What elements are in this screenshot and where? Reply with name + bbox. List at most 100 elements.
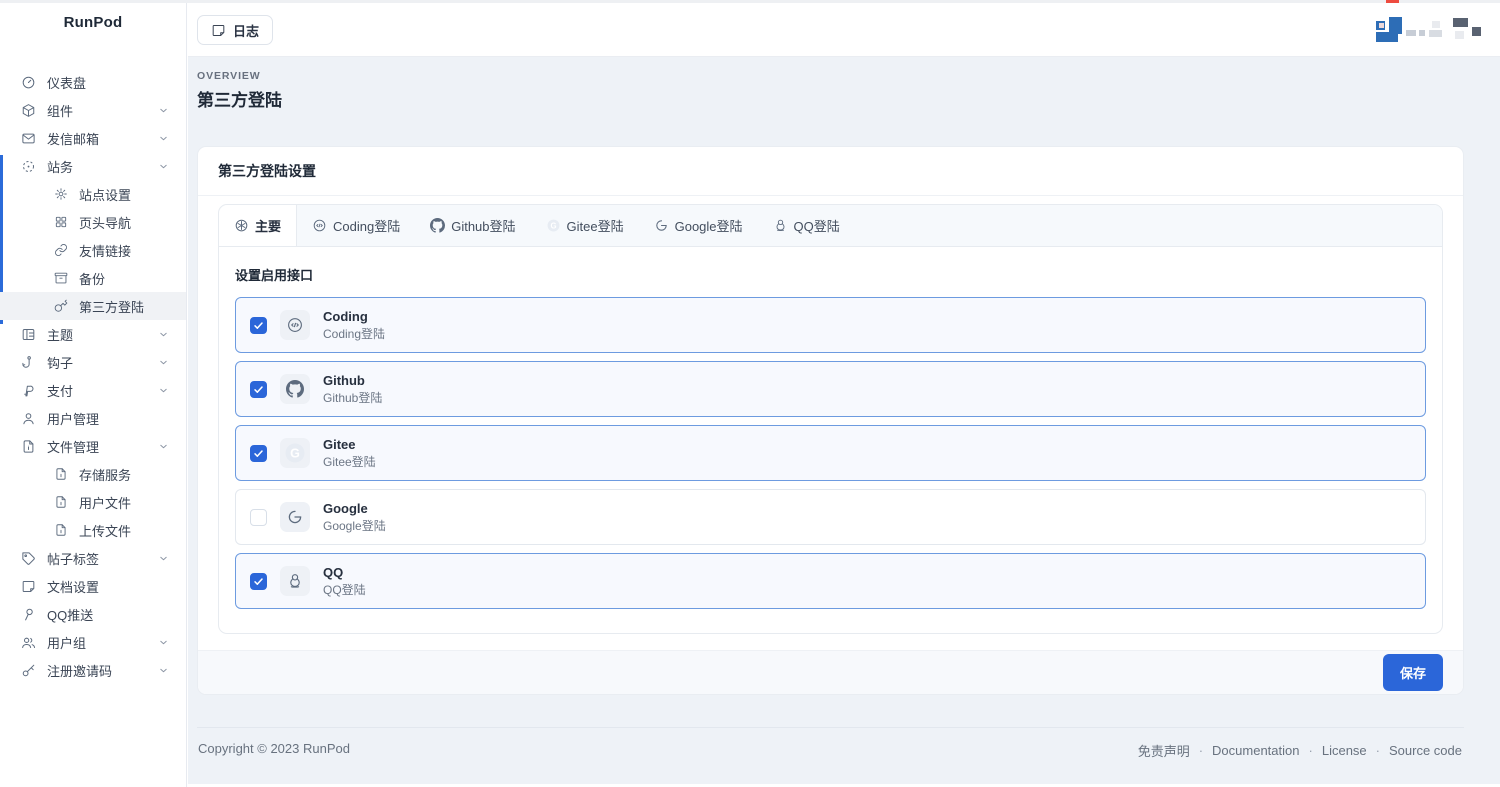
sidebar-item-header-nav[interactable]: 页头导航 <box>0 208 186 236</box>
tab-label: Github登陆 <box>451 216 515 235</box>
pay-icon <box>21 383 36 398</box>
sidebar-item-label: 页头导航 <box>79 213 131 232</box>
sidebar-item-invite-codes[interactable]: 注册邀请码 <box>0 656 186 684</box>
sidebar-item-label: 用户文件 <box>79 493 131 512</box>
gitee-checkbox[interactable] <box>250 445 267 462</box>
tab-github-login[interactable]: Github登陆 <box>415 205 530 246</box>
google-icon <box>280 502 310 532</box>
tab-qq-login[interactable]: QQ登陆 <box>758 205 855 246</box>
copyright-text: Copyright © 2023 RunPod <box>198 741 350 760</box>
main-tab-icon <box>234 218 249 233</box>
sidebar-item-doc-settings[interactable]: 文档设置 <box>0 572 186 600</box>
provider-row-github[interactable]: GithubGithub登陆 <box>235 361 1426 417</box>
footer-link-license[interactable]: License <box>1322 743 1367 758</box>
coding-checkbox[interactable] <box>250 317 267 334</box>
tab-label: Gitee登陆 <box>567 216 624 235</box>
hook-icon <box>21 355 36 370</box>
sidebar-item-label: 存储服务 <box>79 465 131 484</box>
footer-link-disclaimer[interactable]: 免责声明 <box>1138 741 1190 760</box>
provider-desc: Google登陆 <box>323 518 386 534</box>
mail-icon <box>21 131 36 146</box>
provider-row-coding[interactable]: CodingCoding登陆 <box>235 297 1426 353</box>
sidebar-item-dashboard[interactable]: 仪表盘 <box>0 68 186 96</box>
tab-label: Google登陆 <box>675 216 743 235</box>
sidebar-item-label: 文档设置 <box>47 577 99 596</box>
footer-links: 免责声明 · Documentation · License · Source … <box>1138 741 1462 760</box>
tab-label: QQ登陆 <box>794 216 840 235</box>
provider-name: Google <box>323 501 386 517</box>
tab-label: 主要 <box>255 216 281 235</box>
sidebar-item-site-settings[interactable]: 站点设置 <box>0 180 186 208</box>
sidebar-item-user-files[interactable]: 用户文件 <box>0 488 186 516</box>
sidebar-item-label: 用户管理 <box>47 409 99 428</box>
top-header: 日志 <box>188 3 1500 57</box>
brand-logo[interactable]: RunPod <box>0 3 186 31</box>
file-icon <box>54 523 68 537</box>
tab-google-login[interactable]: Google登陆 <box>639 205 758 246</box>
sidebar-item-friend-links[interactable]: 友情链接 <box>0 236 186 264</box>
save-button[interactable]: 保存 <box>1383 654 1443 691</box>
page-title: 第三方登陆 <box>197 86 1464 111</box>
chevron-down-icon <box>158 385 169 396</box>
push-icon <box>21 607 36 622</box>
doc-icon <box>21 579 36 594</box>
provider-row-qq[interactable]: QQQQ登陆 <box>235 553 1426 609</box>
provider-name: Gitee <box>323 437 376 453</box>
theme-icon <box>21 327 36 342</box>
user-avatar-pixelated[interactable] <box>1376 14 1488 48</box>
sidebar-item-user-groups[interactable]: 用户组 <box>0 628 186 656</box>
footer-link-source-code[interactable]: Source code <box>1389 743 1462 758</box>
qq-icon <box>280 566 310 596</box>
key-icon <box>54 299 68 313</box>
sidebar-item-label: 文件管理 <box>47 437 99 456</box>
file-icon <box>54 467 68 481</box>
sidebar-nav: 仪表盘 组件 发信邮箱 站务 站点设置 页头导航 友情链接 备份 第三方登陆 主… <box>0 68 186 684</box>
provider-desc: Github登陆 <box>323 390 382 406</box>
tab-label: Coding登陆 <box>333 216 400 235</box>
sidebar-item-storage-service[interactable]: 存储服务 <box>0 460 186 488</box>
gitee-icon <box>280 438 310 468</box>
sidebar-item-upload-files[interactable]: 上传文件 <box>0 516 186 544</box>
sidebar-item-label: 第三方登陆 <box>79 297 144 316</box>
log-icon <box>211 23 226 38</box>
main-content: OVERVIEW 第三方登陆 第三方登陆设置 主要 Coding登陆 Githu… <box>188 57 1500 784</box>
sidebar-item-components[interactable]: 组件 <box>0 96 186 124</box>
coding-icon <box>280 310 310 340</box>
tab-main[interactable]: 主要 <box>219 205 297 246</box>
sidebar-item-label: 支付 <box>47 381 73 400</box>
tab-gitee-login[interactable]: Gitee登陆 <box>531 205 639 246</box>
qq-checkbox[interactable] <box>250 573 267 590</box>
sidebar-item-theme[interactable]: 主题 <box>0 320 186 348</box>
file-icon <box>54 495 68 509</box>
sidebar-item-site[interactable]: 站务 <box>0 152 186 180</box>
gitee-icon <box>546 218 561 233</box>
log-button[interactable]: 日志 <box>197 15 273 45</box>
sidebar-item-third-party-login[interactable]: 第三方登陆 <box>0 292 186 320</box>
separator-dot: · <box>1376 743 1380 758</box>
provider-row-google[interactable]: GoogleGoogle登陆 <box>235 489 1426 545</box>
sidebar-item-mailbox[interactable]: 发信邮箱 <box>0 124 186 152</box>
footer-link-documentation[interactable]: Documentation <box>1212 743 1299 758</box>
tab-coding-login[interactable]: Coding登陆 <box>297 205 415 246</box>
sidebar-item-hooks[interactable]: 钩子 <box>0 348 186 376</box>
google-checkbox[interactable] <box>250 509 267 526</box>
check-icon <box>253 384 264 395</box>
chevron-down-icon <box>158 441 169 452</box>
sidebar-item-backup[interactable]: 备份 <box>0 264 186 292</box>
settings-card: 第三方登陆设置 主要 Coding登陆 Github登陆 Gitee登陆 Goo… <box>197 146 1464 695</box>
provider-row-gitee[interactable]: GiteeGitee登陆 <box>235 425 1426 481</box>
sidebar-item-label: 备份 <box>79 269 105 288</box>
sidebar-item-payment[interactable]: 支付 <box>0 376 186 404</box>
sidebar-item-label: 钩子 <box>47 353 73 372</box>
chevron-down-icon <box>158 665 169 676</box>
chevron-down-icon <box>158 133 169 144</box>
github-checkbox[interactable] <box>250 381 267 398</box>
sidebar-item-post-tags[interactable]: 帖子标签 <box>0 544 186 572</box>
sidebar-item-qq-push[interactable]: QQ推送 <box>0 600 186 628</box>
card-body: 主要 Coding登陆 Github登陆 Gitee登陆 Google登陆 QQ… <box>198 196 1463 650</box>
sidebar-item-label: 上传文件 <box>79 521 131 540</box>
page-footer: Copyright © 2023 RunPod 免责声明 · Documenta… <box>197 727 1464 760</box>
card-footer: 保存 <box>198 650 1463 694</box>
sidebar-item-file-management[interactable]: 文件管理 <box>0 432 186 460</box>
sidebar-item-user-management[interactable]: 用户管理 <box>0 404 186 432</box>
